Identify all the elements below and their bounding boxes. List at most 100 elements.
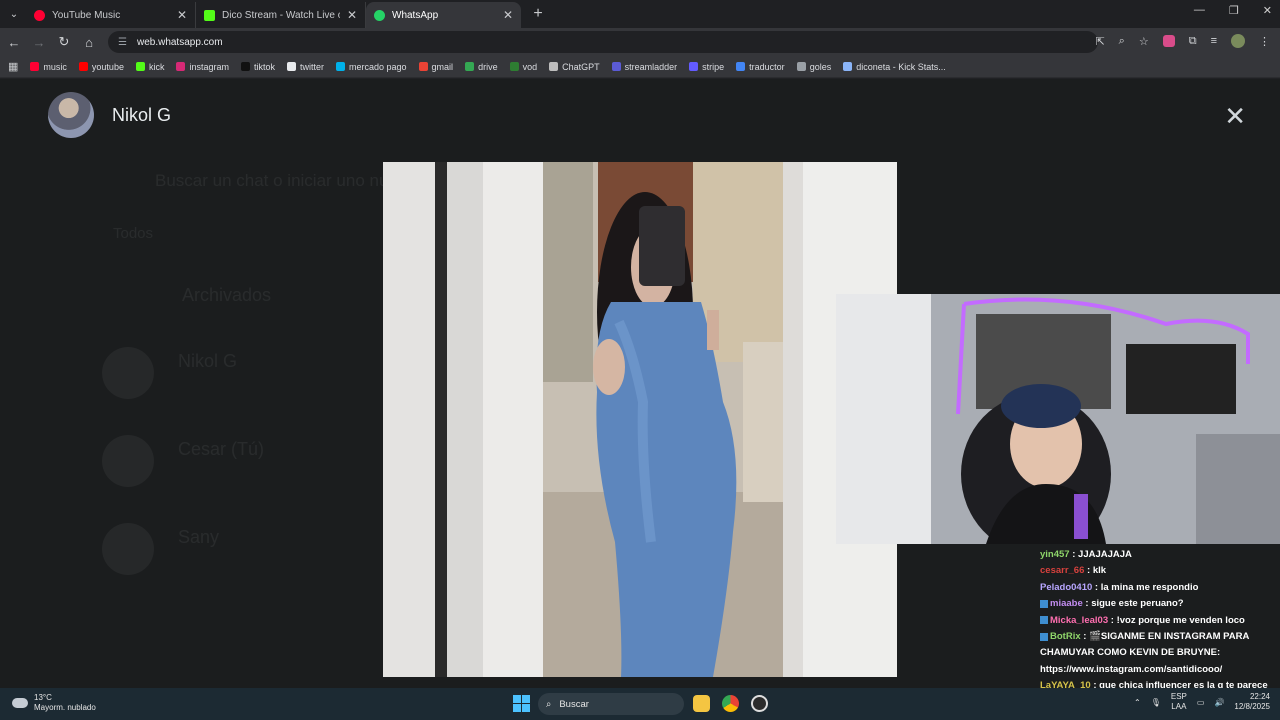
- home-icon[interactable]: ⌂: [78, 35, 100, 50]
- ghost-search: Buscar un chat o iniciar uno nuevo: [155, 171, 416, 190]
- start-button[interactable]: [513, 695, 530, 712]
- contact-name: Nikol G: [112, 104, 172, 125]
- reload-icon[interactable]: ↻: [53, 34, 75, 50]
- bookmark-item[interactable]: diconeta - Kick Stats...: [843, 62, 946, 72]
- bookmark-icon: [843, 62, 853, 71]
- contact-avatar[interactable]: [48, 92, 94, 138]
- close-tab-icon[interactable]: ✕: [347, 8, 357, 22]
- bookmark-item[interactable]: instagram: [176, 62, 229, 72]
- close-tab-icon[interactable]: ✕: [177, 8, 187, 22]
- bookmark-item[interactable]: youtube: [78, 61, 124, 72]
- extension-icon[interactable]: [1162, 35, 1175, 47]
- chat-message: yin457 : JJAJAJAJA: [1040, 547, 1280, 563]
- chat-text: !voz porque me venden loco: [1116, 614, 1245, 626]
- bookmark-icon: [689, 62, 699, 71]
- display-icon[interactable]: ▭: [1197, 698, 1205, 707]
- bookmark-label: traductor: [749, 61, 785, 72]
- taskbar-search[interactable]: ⌕ Buscar: [538, 693, 684, 715]
- tab-search-button[interactable]: ⌄: [2, 3, 26, 25]
- chat-message: cesarr_66 : klk: [1040, 563, 1280, 579]
- minimize-icon[interactable]: —: [1194, 4, 1205, 17]
- language-indicator[interactable]: ESP LAA: [1171, 692, 1187, 712]
- chrome-icon[interactable]: [722, 695, 739, 712]
- microphone-icon[interactable]: 🎙: [1151, 698, 1161, 707]
- new-tab-button[interactable]: +: [527, 5, 549, 23]
- bookmark-label: music: [43, 61, 67, 72]
- chat-separator: :: [1082, 598, 1092, 610]
- bookmark-item[interactable]: music: [30, 62, 67, 72]
- bookmark-item[interactable]: gmail: [418, 62, 453, 72]
- tab-whatsapp[interactable]: WhatsApp ✕: [366, 2, 521, 28]
- forward-icon[interactable]: →: [28, 35, 50, 50]
- ghost-chat-1: Nikol G: [178, 351, 238, 371]
- ghost-avatar: [102, 435, 154, 487]
- contact-header[interactable]: Nikol G: [48, 92, 171, 138]
- window-controls: — ❐ ✕: [1194, 4, 1272, 17]
- bookmark-label: twitter: [299, 61, 324, 72]
- taskbar-search-placeholder: Buscar: [559, 698, 589, 710]
- back-icon[interactable]: ←: [3, 35, 25, 50]
- chat-username: LaYAYA_10: [1040, 680, 1091, 688]
- bookmark-icon: [286, 62, 296, 71]
- bookmark-item[interactable]: kick: [135, 62, 164, 72]
- tab-list-icon[interactable]: ≡: [1211, 35, 1217, 47]
- mirror-selfie-image: [383, 162, 897, 677]
- media-photo[interactable]: [383, 162, 897, 677]
- bookmark-label: youtube: [91, 61, 124, 72]
- chat-username: Pelado0410: [1040, 581, 1093, 593]
- apps-grid-icon[interactable]: ▦: [8, 60, 18, 73]
- search-icon: ⌕: [546, 698, 552, 710]
- bookmark-item[interactable]: tiktok: [240, 62, 275, 72]
- profile-avatar[interactable]: [1231, 34, 1245, 48]
- chat-message: LaYAYA_10 : que chica influencer es la q…: [1040, 678, 1280, 688]
- file-explorer-icon[interactable]: [693, 695, 710, 712]
- bookmark-item[interactable]: mercado pago: [336, 62, 407, 72]
- obs-icon[interactable]: [751, 695, 768, 712]
- bookmark-item[interactable]: goles: [796, 61, 832, 72]
- weather-widget[interactable]: 13°C Mayorm. nublado: [12, 693, 96, 713]
- close-viewer-icon[interactable]: ✕: [1224, 103, 1246, 129]
- bookmark-item[interactable]: ChatGPT: [549, 62, 600, 72]
- zoom-icon[interactable]: ⌕: [1119, 35, 1125, 48]
- toolbar-actions: ⇱ ⌕ ☆ ⧉ ≡ ⋮: [1095, 34, 1270, 48]
- system-tray: ⌃ 🎙 ESP LAA ▭ 🔊 22:24 12/8/2025: [1134, 692, 1270, 712]
- close-tab-icon[interactable]: ✕: [503, 8, 513, 22]
- bookmark-item[interactable]: twitter: [286, 61, 324, 72]
- chat-badge-icon: [1040, 616, 1048, 625]
- tab-kick-stream[interactable]: Dico Stream - Watch Live on Kick ✕: [196, 2, 366, 28]
- bookmark-item[interactable]: streamladder: [611, 61, 678, 72]
- ghost-chat-3: Sany: [178, 527, 220, 547]
- bookmark-label: goles: [809, 61, 832, 72]
- clock[interactable]: 22:24 12/8/2025: [1234, 692, 1270, 712]
- tray-overflow-icon[interactable]: ⌃: [1134, 698, 1141, 707]
- extensions-puzzle-icon[interactable]: ⧉: [1189, 35, 1197, 48]
- lang-bottom: LAA: [1171, 702, 1187, 711]
- tab-title: WhatsApp: [392, 9, 439, 21]
- tab-title: YouTube Music: [52, 9, 121, 21]
- menu-icon[interactable]: ⋮: [1259, 35, 1270, 48]
- bookmark-item[interactable]: stripe: [689, 62, 724, 72]
- youtube-music-icon: [34, 9, 45, 21]
- bookmark-item[interactable]: drive: [465, 62, 498, 72]
- browser-toolbar: ← → ↻ ⌂ ☰ web.whatsapp.com ⇱ ⌕ ☆ ⧉ ≡ ⋮: [0, 28, 1280, 56]
- bookmark-icon: [736, 62, 746, 71]
- bookmark-icon: [418, 62, 428, 71]
- clock-date: 12/8/2025: [1234, 702, 1270, 711]
- site-info-icon[interactable]: ☰: [118, 37, 127, 48]
- chat-username: cesarr_66: [1040, 565, 1085, 577]
- bookmark-item[interactable]: vod: [509, 62, 537, 72]
- bookmark-star-icon[interactable]: ☆: [1139, 35, 1149, 48]
- install-app-icon[interactable]: ⇱: [1095, 35, 1104, 48]
- bookmark-icon: [509, 62, 519, 71]
- bookmark-label: streamladder: [624, 61, 678, 72]
- chat-separator: :: [1090, 680, 1100, 688]
- restore-icon[interactable]: ❐: [1229, 4, 1239, 17]
- bookmark-label: ChatGPT: [562, 61, 600, 72]
- close-window-icon[interactable]: ✕: [1263, 4, 1272, 17]
- bookmark-label: mercado pago: [349, 61, 407, 72]
- tab-youtube-music[interactable]: YouTube Music ✕: [26, 2, 196, 28]
- volume-icon[interactable]: 🔊: [1214, 698, 1224, 707]
- bookmark-item[interactable]: traductor: [736, 62, 785, 72]
- address-bar[interactable]: ☰ web.whatsapp.com: [108, 31, 1098, 53]
- chat-separator: :: [1084, 565, 1093, 577]
